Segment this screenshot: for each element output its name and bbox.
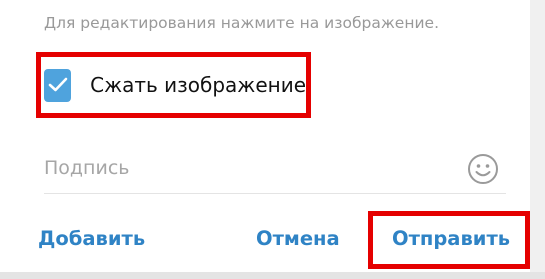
smiley-icon[interactable] bbox=[467, 153, 499, 185]
compress-checkbox[interactable] bbox=[44, 68, 72, 102]
cancel-button[interactable]: Отмена bbox=[256, 229, 340, 249]
caption-input[interactable] bbox=[44, 152, 444, 184]
send-button[interactable]: Отправить bbox=[392, 229, 510, 249]
edit-hint: Для редактирования нажмите на изображени… bbox=[44, 14, 440, 32]
background-strip bbox=[530, 0, 545, 279]
add-button[interactable]: Добавить bbox=[38, 229, 145, 249]
compress-label: Сжать изображение bbox=[90, 73, 306, 97]
background-bottom bbox=[0, 272, 545, 279]
checkmark-icon bbox=[48, 77, 67, 92]
compress-image-option[interactable]: Сжать изображение bbox=[36, 52, 311, 118]
caption-field bbox=[44, 144, 506, 194]
